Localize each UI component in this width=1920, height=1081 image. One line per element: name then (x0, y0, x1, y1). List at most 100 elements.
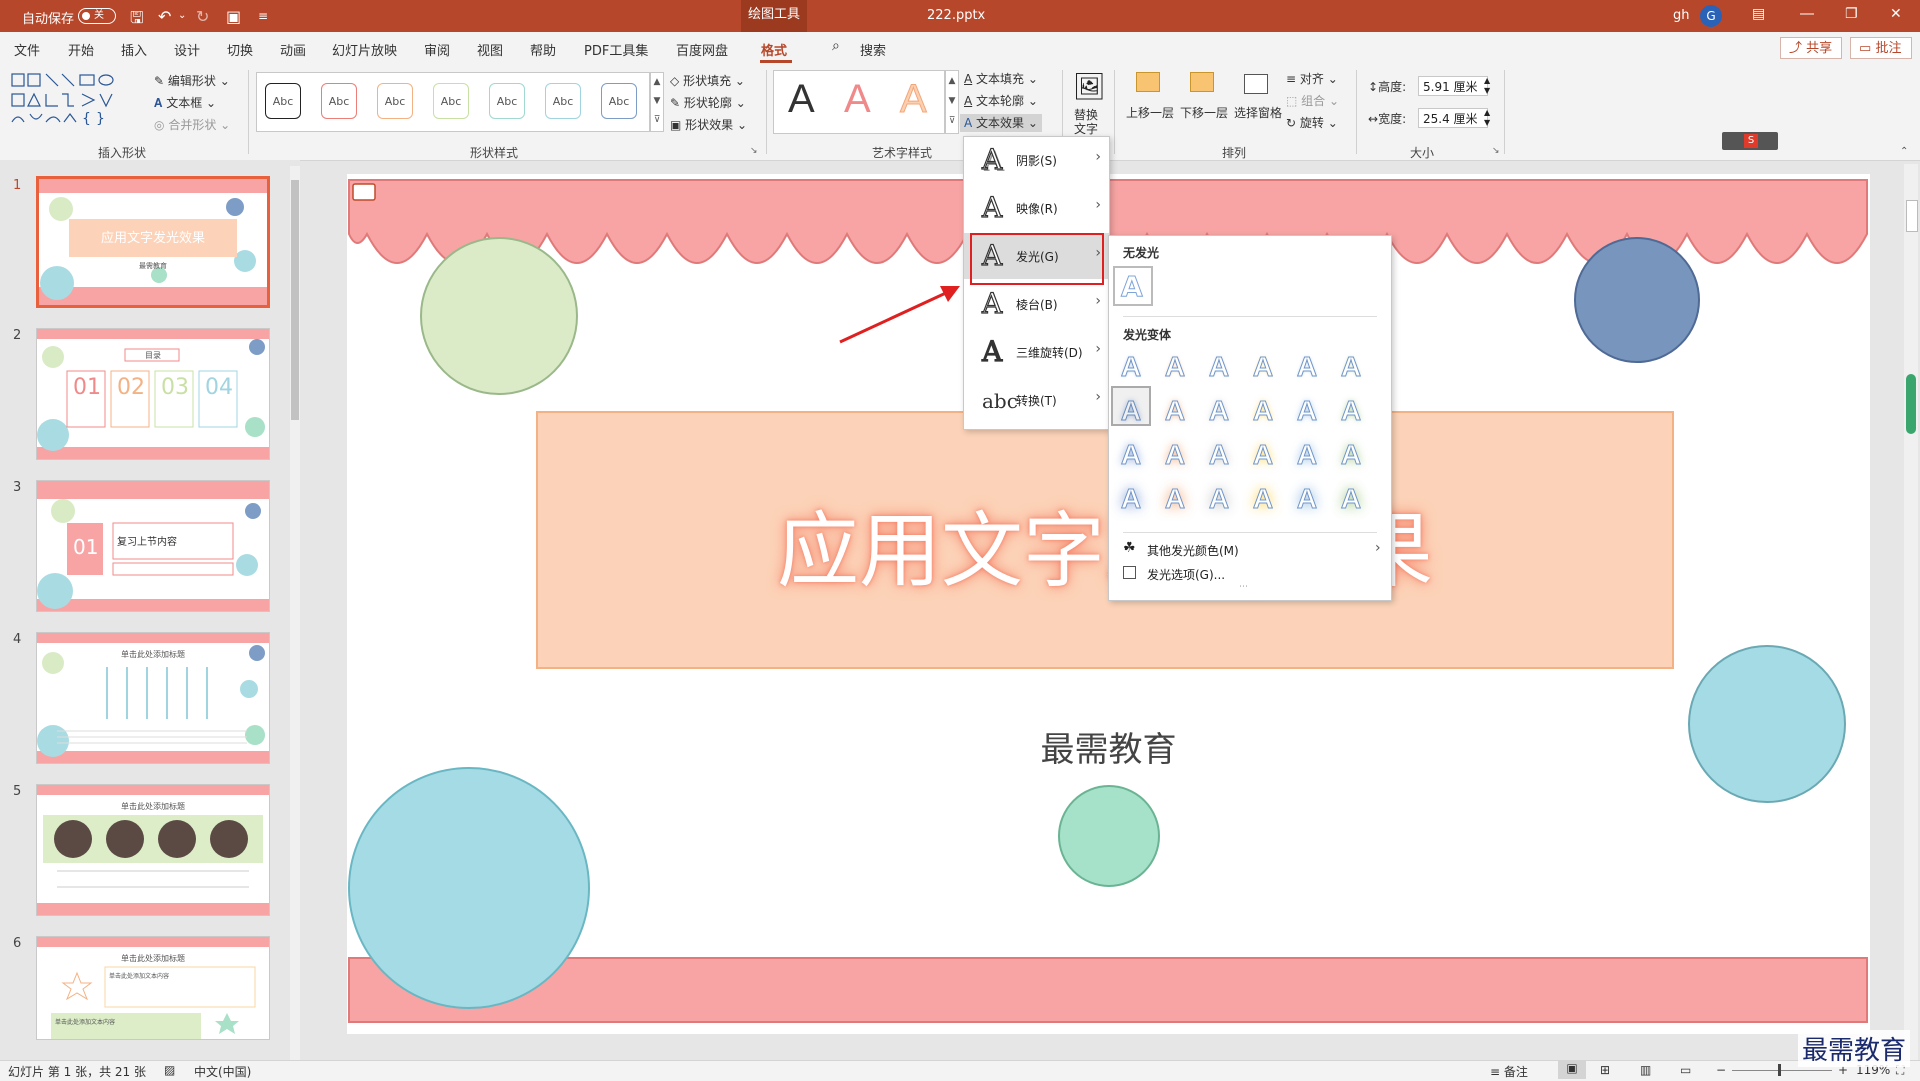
text-effects-button[interactable]: A 文本效果 ⌄ (960, 114, 1042, 132)
rotate-button[interactable]: ↻ 旋转 ⌄ (1286, 114, 1338, 131)
glow-variant-r4-c1[interactable]: A (1113, 480, 1149, 516)
slide-thumbnail-3[interactable]: 01 复习上节内容 (36, 480, 270, 612)
wordart-style-2[interactable]: A (844, 77, 871, 122)
normal-view-icon[interactable]: ▣ (1558, 1061, 1586, 1079)
dialog-launcher-icon[interactable]: ↘ (750, 146, 758, 156)
notes-button[interactable]: ≡ 备注 (1490, 1063, 1528, 1080)
shape-styles-scroll[interactable]: ▲ ▼ ⊽ (650, 72, 664, 132)
glow-variant-r1-c1[interactable]: A (1113, 348, 1149, 384)
glow-variant-r3-c3[interactable]: A (1201, 436, 1237, 472)
menu-item-reflection[interactable]: A 映像(R) › (964, 185, 1109, 231)
no-glow-option[interactable]: A (1113, 266, 1153, 306)
glow-variant-r3-c2[interactable]: A (1157, 436, 1193, 472)
comments-button[interactable]: ▭ 批注 (1850, 37, 1912, 59)
selection-pane-button[interactable]: 选择窗格 (1234, 104, 1282, 121)
glow-variant-r1-c2[interactable]: A (1157, 348, 1193, 384)
restore-icon[interactable]: ❐ (1845, 6, 1858, 22)
height-input[interactable]: 5.91 厘米 (1418, 76, 1488, 96)
width-input[interactable]: 25.4 厘米 (1418, 108, 1488, 128)
glow-variant-r4-c6[interactable]: A (1333, 480, 1369, 516)
tab-pdf-tools[interactable]: PDF工具集 (584, 40, 648, 59)
glow-variant-r2-c2[interactable]: A (1157, 392, 1193, 428)
share-button[interactable]: ⤴ 共享 (1780, 37, 1842, 59)
slide-thumbnail-6[interactable]: 单击此处添加标题 单击此处添加文本内容 单击此处添加文本内容 (36, 936, 270, 1040)
customize-qat-icon[interactable]: ≡ (258, 9, 268, 23)
tab-help[interactable]: 帮助 (530, 40, 556, 59)
thumbnails-scroll-thumb[interactable] (291, 180, 299, 420)
slide-sorter-icon[interactable]: ⊞ (1600, 1063, 1610, 1077)
height-spinner[interactable]: ▲ ▼ (1484, 76, 1490, 96)
tab-slideshow[interactable]: 幻灯片放映 (332, 40, 397, 59)
search-box[interactable]: 搜索 (860, 40, 886, 59)
undo-dropdown-icon[interactable]: ⌄ (178, 10, 186, 21)
ribbon-display-icon[interactable]: ▤ (1752, 6, 1765, 22)
glow-variant-r3-c4[interactable]: A (1245, 436, 1281, 472)
tab-insert[interactable]: 插入 (121, 40, 147, 59)
glow-variant-r4-c2[interactable]: A (1157, 480, 1193, 516)
tab-view[interactable]: 视图 (477, 40, 503, 59)
glow-variant-r1-c3[interactable]: A (1201, 348, 1237, 384)
tab-review[interactable]: 审阅 (424, 40, 450, 59)
text-fill-button[interactable]: A 文本填充 ⌄ (964, 70, 1038, 87)
collapse-ribbon-icon[interactable]: ⌃ (1900, 146, 1908, 157)
slide-thumbnail-4[interactable]: 单击此处添加标题 (36, 632, 270, 764)
tab-format[interactable]: 格式 (761, 40, 787, 59)
glow-variant-r1-c6[interactable]: A (1333, 348, 1369, 384)
edit-shape-button[interactable]: ✎ 编辑形状 ⌄ (154, 72, 230, 89)
zoom-slider[interactable] (1732, 1064, 1832, 1076)
zoom-out-icon[interactable]: − (1716, 1063, 1726, 1077)
slide-thumbnail-5[interactable]: 单击此处添加标题 (36, 784, 270, 916)
tab-home[interactable]: 开始 (68, 40, 94, 59)
shape-style-2[interactable]: Abc (321, 83, 357, 119)
more-glow-colors[interactable]: 其他发光颜色(M) (1147, 542, 1239, 559)
zoom-slider-handle[interactable] (1778, 1064, 1781, 1076)
tab-design[interactable]: 设计 (174, 40, 200, 59)
avatar[interactable]: G (1700, 5, 1722, 27)
glow-variant-r3-c6[interactable]: A (1333, 436, 1369, 472)
shape-styles-gallery[interactable]: Abc Abc Abc Abc Abc Abc Abc (256, 72, 650, 132)
present-icon[interactable]: ▣ (226, 7, 241, 26)
glow-variant-r2-c3[interactable]: A (1201, 392, 1237, 428)
reading-view-icon[interactable]: ▥ (1640, 1063, 1651, 1077)
glow-variant-r4-c5[interactable]: A (1289, 480, 1325, 516)
autosave-toggle[interactable]: 关 (78, 8, 116, 24)
slideshow-view-icon[interactable]: ▭ (1680, 1063, 1691, 1077)
undo-icon[interactable]: ↶ (158, 7, 171, 26)
shapes-gallery[interactable]: { } (10, 72, 130, 128)
shape-style-7[interactable]: Abc (601, 83, 637, 119)
shape-outline-button[interactable]: ✎ 形状轮廓 ⌄ (670, 94, 746, 111)
glow-variant-r2-c6[interactable]: A (1333, 392, 1369, 428)
ime-floating-bar[interactable] (1906, 374, 1916, 434)
glow-variant-r2-c4[interactable]: A (1245, 392, 1281, 428)
shape-style-4[interactable]: Abc (433, 83, 469, 119)
slide-thumbnail-2[interactable]: 目录 01 02 03 04 (36, 328, 270, 460)
glow-variant-r4-c3[interactable]: A (1201, 480, 1237, 516)
glow-variant-r1-c4[interactable]: A (1245, 348, 1281, 384)
tab-baidu-pan[interactable]: 百度网盘 (676, 40, 728, 59)
alt-text-label-2[interactable]: 文字 (1074, 120, 1098, 137)
menu-item-shadow[interactable]: A 阴影(S) › (964, 137, 1109, 183)
send-backward-icon[interactable] (1190, 72, 1214, 92)
glow-variant-r3-c5[interactable]: A (1289, 436, 1325, 472)
menu-item-bevel[interactable]: A 棱台(B) › (964, 281, 1109, 327)
align-button[interactable]: ≡ 对齐 ⌄ (1286, 70, 1338, 87)
alt-text-icon[interactable]: 🖼 (1073, 72, 1106, 102)
glow-variant-r1-c5[interactable]: A (1289, 348, 1325, 384)
glow-variant-r2-c5[interactable]: A (1289, 392, 1325, 428)
bring-forward-button[interactable]: 上移一层 (1126, 104, 1174, 121)
merge-shapes-button[interactable]: ◎ 合并形状 ⌄ (154, 116, 230, 133)
slide-title[interactable]: 应用文字发光效果 (539, 484, 1671, 603)
shape-fill-button[interactable]: ◇ 形状填充 ⌄ (670, 72, 745, 89)
glow-variant-r4-c4[interactable]: A (1245, 480, 1281, 516)
slide-scroll-thumb[interactable] (1906, 200, 1918, 232)
text-box-button[interactable]: 𝐀 文本框 ⌄ (154, 94, 216, 111)
shape-effects-button[interactable]: ▣ 形状效果 ⌄ (670, 116, 747, 133)
resize-grip-icon[interactable]: ⋯ (1239, 582, 1248, 592)
menu-item-transform[interactable]: abc 转换(T) › (964, 377, 1109, 423)
group-button[interactable]: ⬚ 组合 ⌄ (1286, 92, 1339, 109)
bring-forward-icon[interactable] (1136, 72, 1160, 92)
text-outline-button[interactable]: A 文本轮廓 ⌄ (964, 92, 1038, 109)
ime-toolbar[interactable]: S (1722, 132, 1778, 150)
slide-thumbnail-1[interactable]: 应用文字发光效果 最需教育 (36, 176, 270, 308)
accessibility-icon[interactable]: ▨ (164, 1063, 175, 1077)
